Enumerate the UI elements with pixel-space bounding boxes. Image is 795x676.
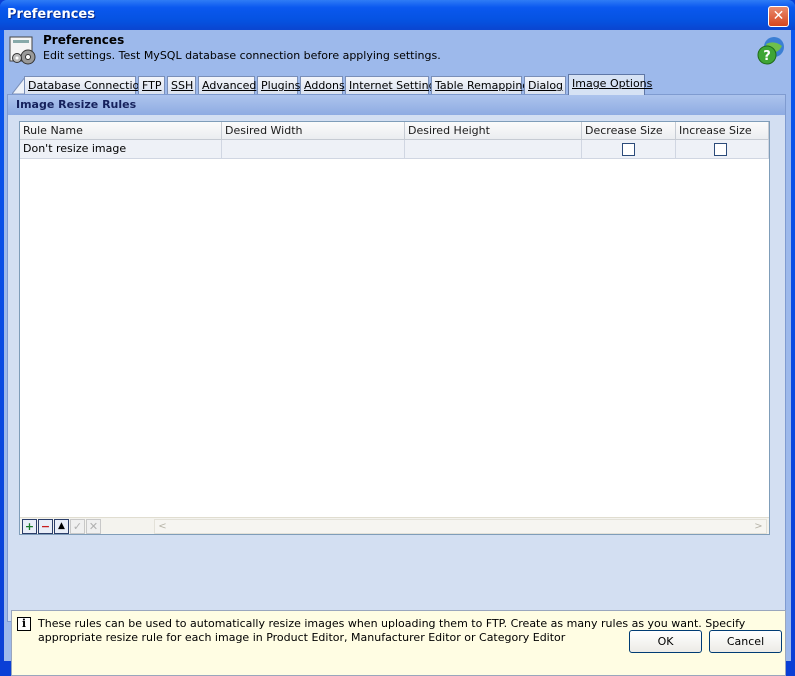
tab-table-remapping[interactable]: Table Remapping [431,76,529,94]
cell-increase-size [676,140,769,159]
add-rule-button[interactable]: + [22,519,37,534]
tab-addons[interactable]: Addons [300,76,345,94]
header-title: Preferences [43,33,125,47]
cancel-button[interactable]: Cancel [709,630,782,653]
remove-rule-button[interactable]: − [38,519,53,534]
close-button[interactable]: ✕ [768,6,789,27]
horizontal-scrollbar[interactable]: < > [154,519,767,534]
col-desired-width[interactable]: Desired Width [222,122,405,140]
tab-plugins[interactable]: Plugins [257,76,300,94]
window-title: Preferences [7,7,95,22]
post-edit-button[interactable]: ✓ [70,519,85,534]
col-increase-size[interactable]: Increase Size [676,122,769,140]
svg-text:?: ? [763,49,771,64]
dialog-client: Preferences Edit settings. Test MySQL da… [4,30,791,676]
tab-internet-settings[interactable]: Internet Settings [345,76,441,94]
tab-ssh[interactable]: SSH [167,76,196,94]
tab-database-connection[interactable]: Database Connection [24,76,146,94]
group-title: Image Resize Rules [8,95,785,115]
cell-decrease-size [582,140,676,159]
col-desired-height[interactable]: Desired Height [405,122,582,140]
settings-gears-icon [9,36,36,65]
cell-desired-width[interactable] [222,140,405,159]
info-icon: i [17,617,31,631]
decrease-size-checkbox[interactable] [622,143,635,156]
preferences-window: Preferences ✕ Preferences Edit settings.… [0,0,795,676]
scroll-right-icon[interactable]: > [751,520,766,533]
scroll-left-icon[interactable]: < [155,520,170,533]
increase-size-checkbox[interactable] [714,143,727,156]
resize-rules-grid: Rule Name Desired Width Desired Height D… [19,121,770,535]
tab-dialog[interactable]: Dialog [524,76,566,94]
table-row[interactable]: Don't resize image [20,140,769,159]
tab-strip: Database Connection FTP SSH Advanced Plu… [12,74,772,95]
move-up-button[interactable]: ▲ [54,519,69,534]
image-options-panel: Image Resize Rules Rule Name Desired Wid… [7,94,786,676]
tab-ftp[interactable]: FTP [138,76,165,94]
cell-rule-name[interactable]: Don't resize image [20,140,222,159]
grid-header: Rule Name Desired Width Desired Height D… [20,122,769,140]
col-decrease-size[interactable]: Decrease Size [582,122,676,140]
col-rule-name[interactable]: Rule Name [20,122,222,140]
help-globe-icon: ? [757,37,784,65]
grid-navigator: + − ▲ ✓ ✕ < > [20,517,769,534]
tab-advanced[interactable]: Advanced [198,76,256,94]
cell-desired-height[interactable] [405,140,582,159]
header-subtitle: Edit settings. Test MySQL database conne… [43,49,441,62]
ok-button[interactable]: OK [629,630,702,653]
title-bar[interactable]: Preferences ✕ [0,0,795,30]
tab-image-options[interactable]: Image Options [568,74,652,95]
cancel-edit-button[interactable]: ✕ [86,519,101,534]
